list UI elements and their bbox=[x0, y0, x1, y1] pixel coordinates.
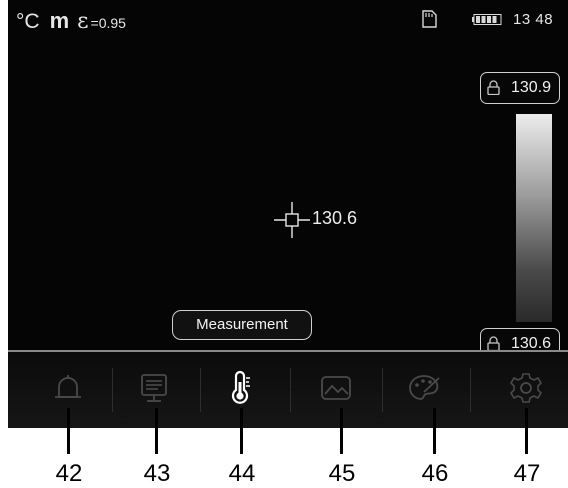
menu-item-settings[interactable] bbox=[504, 366, 548, 410]
callout-number: 44 bbox=[228, 460, 256, 487]
emissivity-value: =0.95 bbox=[90, 15, 126, 31]
sd-card-icon bbox=[422, 10, 437, 28]
bell-icon bbox=[55, 375, 81, 398]
gear-icon bbox=[510, 373, 542, 403]
temperature-scale-bar bbox=[516, 114, 552, 322]
unit-label: °C bbox=[16, 10, 40, 33]
clock: 13 48 bbox=[513, 11, 554, 28]
emissivity-symbol: ε bbox=[77, 9, 89, 34]
callout-line bbox=[155, 408, 158, 454]
menu-divider bbox=[200, 368, 201, 412]
thermal-camera-screen: °C m ε =0.95 13 48 130.9 130.6 130.6 Mea… bbox=[8, 0, 568, 428]
callout-line bbox=[433, 408, 436, 454]
menu-item-palette[interactable] bbox=[402, 366, 446, 410]
scale-max-value: 130.9 bbox=[511, 79, 552, 96]
callout-line bbox=[67, 408, 70, 454]
battery-icon bbox=[472, 14, 502, 25]
lock-icon bbox=[487, 80, 500, 95]
crosshair-icon bbox=[274, 202, 310, 238]
scale-max-box[interactable]: 130.9 bbox=[480, 72, 560, 104]
menu-divider bbox=[112, 368, 113, 412]
menu-divider bbox=[382, 368, 383, 412]
callout-number: 47 bbox=[513, 460, 541, 487]
status-left: °C m ε =0.95 bbox=[16, 8, 126, 36]
mode-indicator: m bbox=[49, 8, 70, 33]
mode-label: Measurement bbox=[172, 310, 312, 340]
callout-number: 42 bbox=[55, 460, 83, 487]
menu-divider bbox=[290, 368, 291, 412]
callout-line bbox=[525, 408, 528, 454]
image-icon bbox=[321, 376, 351, 400]
menu-item-alarm[interactable] bbox=[46, 366, 90, 410]
callout-number: 45 bbox=[328, 460, 356, 487]
menu-bar bbox=[8, 352, 568, 428]
lock-icon bbox=[487, 336, 500, 351]
callout-line bbox=[240, 408, 243, 454]
display-icon bbox=[141, 374, 167, 402]
center-temperature: 130.6 bbox=[312, 208, 358, 228]
callout-number: 46 bbox=[421, 460, 449, 487]
palette-icon bbox=[409, 375, 440, 400]
thermometer-icon bbox=[231, 370, 250, 404]
menu-item-measurement[interactable] bbox=[218, 366, 262, 410]
menu-item-image[interactable] bbox=[314, 366, 358, 410]
menu-item-display[interactable] bbox=[132, 366, 176, 410]
callout-line bbox=[340, 408, 343, 454]
callout-number: 43 bbox=[143, 460, 171, 487]
menu-divider bbox=[470, 368, 471, 412]
